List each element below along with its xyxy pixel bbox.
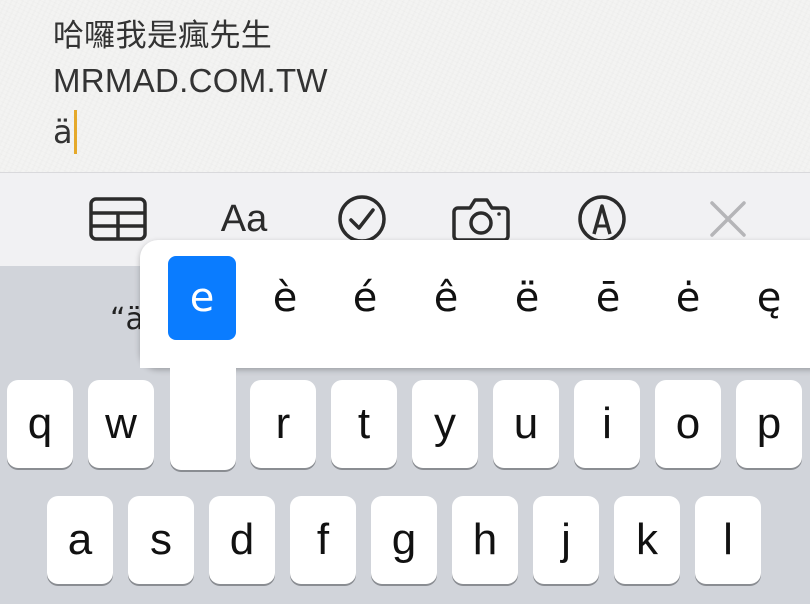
predictive-suggestion[interactable]: “ä [110, 302, 144, 337]
key-u[interactable]: u [493, 380, 559, 468]
key-o[interactable]: o [655, 380, 721, 468]
accent-option-e-acute[interactable]: é [331, 256, 399, 340]
accent-option-e-dot[interactable]: ė [654, 256, 722, 340]
key-l[interactable]: l [695, 496, 761, 584]
text-format-label: Aa [220, 197, 268, 240]
key-s[interactable]: s [128, 496, 194, 584]
note-content-area[interactable]: 哈囉我是瘋先生 MRMAD.COM.TW ä [0, 0, 810, 172]
note-line-2[interactable]: MRMAD.COM.TW [53, 62, 328, 100]
accent-option-e-circumflex[interactable]: ê [412, 256, 480, 340]
text-format-icon[interactable]: Aa [212, 195, 276, 243]
key-i[interactable]: i [574, 380, 640, 468]
accent-option-e-diaeresis[interactable]: ë [493, 256, 561, 340]
key-q[interactable]: q [7, 380, 73, 468]
table-icon[interactable] [88, 195, 148, 243]
accent-option-e-macron[interactable]: ē [574, 256, 642, 340]
key-p[interactable]: p [736, 380, 802, 468]
markup-pen-icon[interactable] [576, 195, 628, 243]
accent-option-e-grave[interactable]: è [251, 256, 319, 340]
key-t[interactable]: t [331, 380, 397, 468]
key-g[interactable]: g [371, 496, 437, 584]
key-f[interactable]: f [290, 496, 356, 584]
camera-icon[interactable] [452, 195, 510, 243]
checklist-icon[interactable] [336, 195, 388, 243]
close-icon[interactable] [706, 195, 750, 243]
key-a[interactable]: a [47, 496, 113, 584]
text-caret [73, 110, 77, 154]
key-y[interactable]: y [412, 380, 478, 468]
key-d[interactable]: d [209, 496, 275, 584]
key-h[interactable]: h [452, 496, 518, 584]
accent-option-e[interactable]: e [168, 256, 236, 340]
key-j[interactable]: j [533, 496, 599, 584]
note-line-3[interactable]: ä [53, 110, 77, 156]
key-k[interactable]: k [614, 496, 680, 584]
key-w[interactable]: w [88, 380, 154, 468]
accent-option-e-ogonek[interactable]: ę [735, 256, 803, 340]
note-line-1[interactable]: 哈囉我是瘋先生 [53, 10, 272, 55]
note-line-3-text: ä [53, 113, 73, 151]
key-r[interactable]: r [250, 380, 316, 468]
